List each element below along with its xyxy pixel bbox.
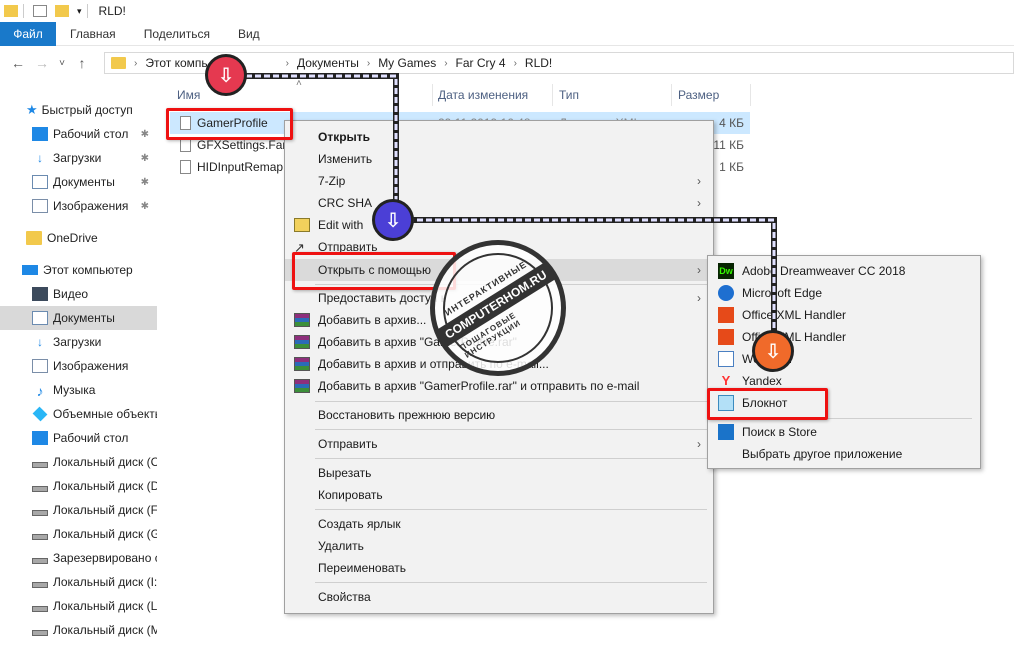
explorer-window: ▾ RLD! Файл Главная Поделиться Вид ← → ˅… (0, 0, 1014, 650)
highlight-open-with (292, 252, 456, 290)
step-3-arrow-icon: ⇩ (752, 330, 794, 372)
highlight-gamerprofile (166, 108, 293, 140)
step-1-arrow-icon: ⇩ (205, 54, 247, 96)
highlight-notepad (707, 388, 828, 420)
step-2-arrow-icon: ⇩ (372, 199, 414, 241)
